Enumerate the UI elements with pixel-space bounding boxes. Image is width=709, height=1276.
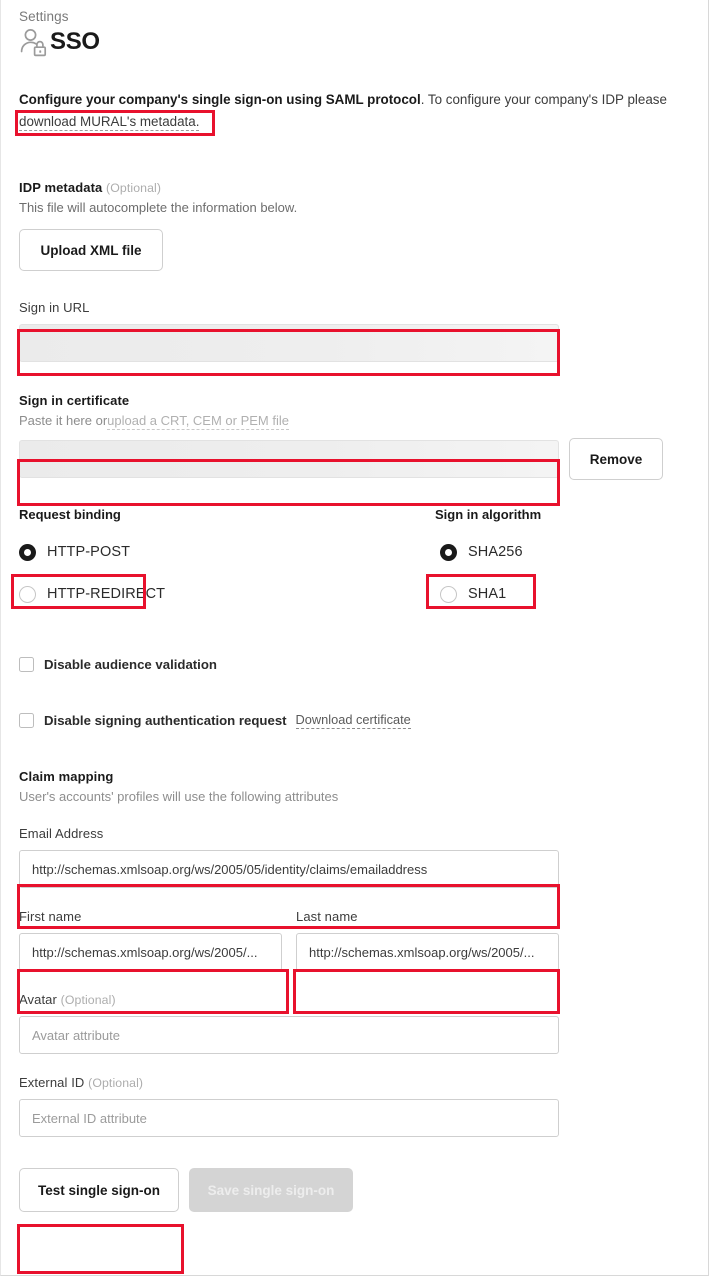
disable-audience-validation-label: Disable audience validation	[44, 657, 217, 672]
idp-metadata-label-text: IDP metadata	[19, 180, 103, 195]
radio-sha256-indicator[interactable]	[440, 543, 457, 561]
intro-text: Configure your company's single sign-on …	[19, 89, 690, 133]
page-title-row: SSO	[17, 25, 690, 59]
disable-audience-validation-checkbox[interactable]	[19, 657, 34, 672]
idp-metadata-section: IDP metadata (Optional) This file will a…	[19, 180, 690, 271]
last-name-label: Last name	[296, 909, 358, 924]
sign-in-url-section: Sign in URL	[19, 300, 690, 362]
radio-sha1[interactable]: SHA1	[440, 579, 541, 609]
sso-settings-page: Settings SSO Configure your company's si…	[0, 0, 709, 1276]
intro-rest: . To configure your company's IDP please	[420, 92, 667, 107]
last-name-input[interactable]: http://schemas.xmlsoap.org/ws/2005/...	[296, 933, 559, 971]
disable-audience-validation-row[interactable]: Disable audience validation	[19, 657, 690, 672]
save-single-sign-on-button[interactable]: Save single sign-on	[189, 1168, 353, 1212]
avatar-label: Avatar (Optional)	[19, 992, 690, 1007]
disable-signing-request-row[interactable]: Disable signing authentication request D…	[19, 712, 690, 729]
download-certificate-link[interactable]: Download certificate	[295, 712, 411, 729]
upload-certificate-link[interactable]: upload a CRT, CEM or PEM file	[107, 413, 289, 430]
request-binding-group: Request binding HTTP-POST HTTP-REDIRECT	[19, 507, 435, 609]
sign-in-certificate-row: Remove	[19, 438, 690, 480]
radio-http-redirect-indicator[interactable]	[19, 585, 36, 603]
radio-http-post-label: HTTP-POST	[47, 544, 131, 560]
footer-actions: Test single sign-on Save single sign-on	[19, 1168, 690, 1212]
sign-in-url-input[interactable]	[19, 324, 559, 362]
radio-http-post[interactable]: HTTP-POST	[19, 537, 435, 567]
sign-in-certificate-hint: Paste it here orupload a CRT, CEM or PEM…	[19, 413, 690, 430]
radio-sha1-indicator[interactable]	[440, 585, 457, 603]
user-lock-icon	[17, 25, 51, 59]
radio-sha1-label: SHA1	[468, 586, 507, 602]
avatar-label-text: Avatar	[19, 992, 57, 1007]
avatar-field: Avatar (Optional) Avatar attribute	[19, 992, 690, 1054]
claim-mapping-section: Claim mapping User's accounts' profiles …	[19, 769, 690, 1137]
claim-mapping-description: User's accounts' profiles will use the f…	[19, 789, 339, 804]
external-id-label: External ID (Optional)	[19, 1075, 690, 1090]
email-address-label: Email Address	[19, 826, 104, 841]
idp-metadata-label: IDP metadata (Optional)	[19, 180, 690, 195]
radio-sha256-label: SHA256	[468, 544, 523, 560]
claim-mapping-label: Claim mapping	[19, 769, 114, 784]
upload-xml-button[interactable]: Upload XML file	[19, 229, 163, 271]
sign-in-url-label: Sign in URL	[19, 300, 90, 315]
page-title: SSO	[50, 28, 100, 55]
idp-metadata-optional: (Optional)	[106, 181, 162, 195]
external-id-input[interactable]: External ID attribute	[19, 1099, 559, 1137]
first-name-label: First name	[19, 909, 82, 924]
test-single-sign-on-button[interactable]: Test single sign-on	[19, 1168, 179, 1212]
radio-groups: Request binding HTTP-POST HTTP-REDIRECT …	[19, 507, 690, 609]
sign-in-certificate-section: Sign in certificate Paste it here oruplo…	[19, 393, 690, 480]
external-id-label-text: External ID	[19, 1075, 85, 1090]
radio-http-redirect[interactable]: HTTP-REDIRECT	[19, 579, 435, 609]
radio-http-redirect-label: HTTP-REDIRECT	[47, 586, 166, 602]
breadcrumb: Settings	[19, 9, 69, 24]
avatar-optional: (Optional)	[60, 993, 116, 1007]
external-id-field: External ID (Optional) External ID attri…	[19, 1075, 690, 1137]
sign-in-algorithm-label: Sign in algorithm	[435, 507, 542, 522]
intro-strong: Configure your company's single sign-on …	[19, 92, 421, 107]
name-fields-row: First name http://schemas.xmlsoap.org/ws…	[19, 909, 690, 971]
last-name-field: Last name http://schemas.xmlsoap.org/ws/…	[296, 909, 559, 971]
avatar-placeholder: Avatar attribute	[32, 1027, 120, 1043]
first-name-input[interactable]: http://schemas.xmlsoap.org/ws/2005/...	[19, 933, 282, 971]
sign-in-certificate-label: Sign in certificate	[19, 393, 130, 408]
radio-http-post-indicator[interactable]	[19, 543, 36, 561]
idp-metadata-description: This file will autocomplete the informat…	[19, 200, 298, 215]
request-binding-label: Request binding	[19, 507, 121, 522]
highlight-test-single-sign-on	[17, 1224, 184, 1274]
disable-signing-request-label: Disable signing authentication request	[44, 713, 287, 728]
sign-in-algorithm-group: Sign in algorithm SHA256 SHA1	[435, 507, 541, 609]
avatar-input[interactable]: Avatar attribute	[19, 1016, 559, 1054]
first-name-field: First name http://schemas.xmlsoap.org/ws…	[19, 909, 282, 971]
sign-in-certificate-hint-prefix: Paste it here or	[19, 413, 108, 428]
disable-signing-request-checkbox[interactable]	[19, 713, 34, 728]
radio-sha256[interactable]: SHA256	[440, 537, 541, 567]
sign-in-certificate-input[interactable]	[19, 440, 559, 478]
external-id-optional: (Optional)	[88, 1076, 144, 1090]
remove-certificate-button[interactable]: Remove	[569, 438, 663, 480]
email-address-input[interactable]: http://schemas.xmlsoap.org/ws/2005/05/id…	[19, 850, 559, 888]
email-address-field: Email Address http://schemas.xmlsoap.org…	[19, 826, 690, 888]
external-id-placeholder: External ID attribute	[32, 1110, 147, 1126]
download-metadata-link[interactable]: download MURAL's metadata.	[19, 114, 200, 131]
